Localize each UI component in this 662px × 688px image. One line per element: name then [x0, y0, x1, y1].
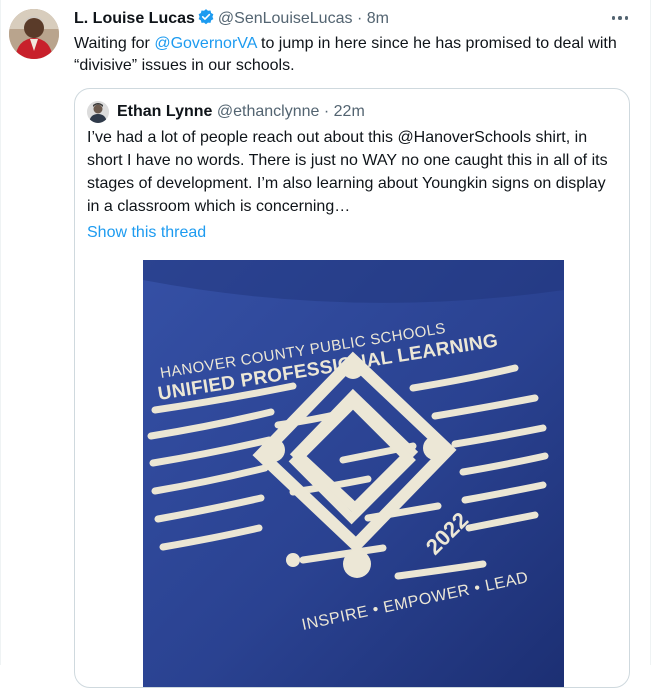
tweet-timestamp[interactable]: 8m	[367, 10, 389, 27]
quoted-author-name[interactable]: Ethan Lynne	[117, 103, 212, 120]
quoted-tweet-header: Ethan Lynne @ethanclynne · 22m	[117, 101, 365, 123]
quoted-tweet[interactable]: Ethan Lynne @ethanclynne · 22m I’ve had …	[74, 88, 630, 688]
shirt-photo[interactable]: HANOVER COUNTY PUBLIC SCHOOLS UNIFIED PR…	[143, 260, 564, 687]
header-separator: ·	[356, 10, 363, 27]
quoted-tweet-timestamp[interactable]: 22m	[334, 103, 365, 120]
more-options-icon[interactable]	[608, 8, 632, 28]
verified-badge-icon	[197, 8, 215, 32]
tweet-text-before: Waiting for	[74, 35, 155, 52]
quoted-header-separator: ·	[323, 103, 330, 120]
quoted-author-handle[interactable]: @ethanclynne	[217, 103, 320, 120]
timeline-left-border	[0, 0, 1, 665]
author-avatar[interactable]	[9, 9, 59, 59]
tweet-header: L. Louise Lucas @SenLouiseLucas · 8m	[74, 8, 389, 32]
show-thread-link[interactable]: Show this thread	[87, 222, 206, 244]
mention-link[interactable]: @GovernorVA	[154, 35, 256, 52]
author-handle[interactable]: @SenLouiseLucas	[218, 10, 353, 27]
timeline-right-border	[650, 0, 651, 665]
tweet-text: Waiting for @GovernorVA to jump in here …	[74, 33, 634, 77]
quoted-author-avatar[interactable]	[87, 101, 109, 123]
author-name[interactable]: L. Louise Lucas	[74, 10, 195, 27]
quoted-tweet-text: I’ve had a lot of people reach out about…	[87, 129, 608, 215]
